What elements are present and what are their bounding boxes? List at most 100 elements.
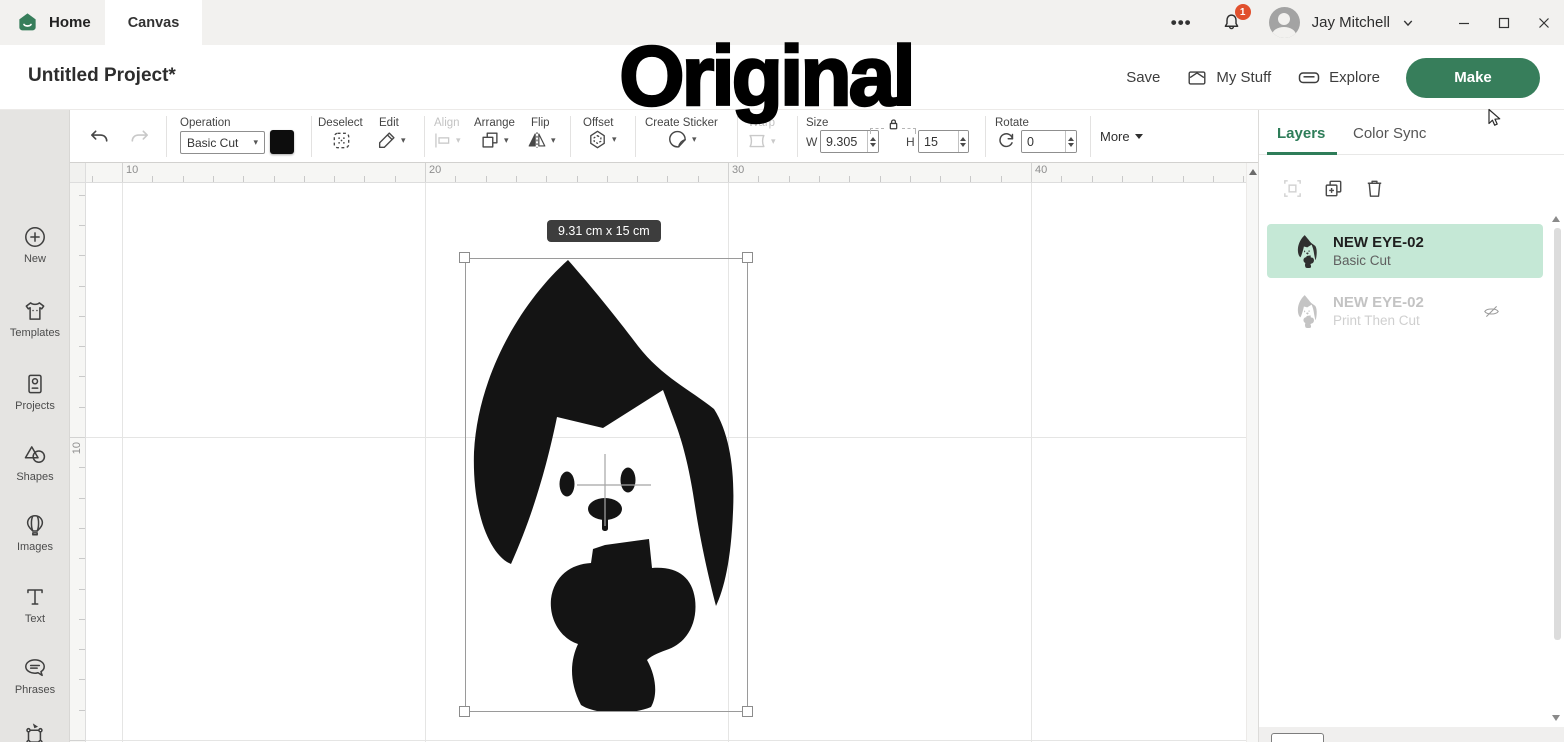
warp-icon [749, 134, 765, 148]
ruler-tick [79, 194, 85, 196]
user-name[interactable]: Jay Mitchell [1312, 14, 1390, 31]
explore-button[interactable]: Explore [1297, 66, 1380, 90]
more-button[interactable]: More [1100, 129, 1143, 144]
selection-handle-bottom-right[interactable] [742, 706, 753, 717]
visibility-toggle[interactable] [1482, 302, 1501, 321]
images-icon [26, 515, 44, 536]
eye-off-icon [1484, 305, 1499, 317]
panel-bottom-control[interactable] [1271, 733, 1324, 742]
ruler-tick [1031, 163, 1032, 182]
pencil-icon [378, 132, 395, 149]
redo-icon [131, 130, 148, 142]
ruler-label: 40 [1035, 164, 1048, 176]
sidebar: New Templates Projects Shapes Images Text Phra… [0, 110, 70, 742]
panel-scroll-down-icon[interactable] [1552, 715, 1560, 721]
notifications-button[interactable]: 1 [1220, 4, 1251, 34]
ruler-tick [91, 176, 93, 182]
tab-canvas[interactable]: Canvas [105, 0, 202, 45]
rotate-input[interactable] [1022, 131, 1066, 152]
minimize-button[interactable] [1444, 0, 1484, 45]
ruler-tick [243, 176, 245, 182]
sidebar-item-images[interactable]: Images [0, 512, 70, 554]
ruler-tick [79, 255, 85, 257]
width-stepper[interactable] [867, 131, 878, 152]
color-swatch[interactable] [270, 130, 294, 154]
duplicate-button[interactable] [1322, 177, 1345, 200]
delete-button[interactable] [1363, 177, 1386, 200]
selection-handle-bottom-left[interactable] [459, 706, 470, 717]
scroll-up-icon[interactable] [1248, 169, 1257, 175]
ruler-tick [970, 176, 972, 182]
sidebar-item-text[interactable]: Text [0, 584, 70, 626]
sidebar-item-new[interactable]: New [0, 224, 70, 266]
tab-color-sync[interactable]: Color Sync [1353, 125, 1426, 142]
avatar[interactable] [1268, 7, 1300, 38]
sidebar-item-editable-images[interactable]: Editable Images [0, 721, 70, 742]
ruler-corner [70, 163, 86, 183]
my-stuff-button[interactable]: My Stuff [1186, 67, 1271, 89]
phrases-icon [25, 659, 45, 677]
ruler-tick [697, 176, 699, 182]
ruler-tick [485, 176, 487, 182]
ruler-tick [79, 558, 85, 560]
home-tab[interactable]: Home [16, 0, 91, 45]
rotate-label: Rotate [995, 117, 1029, 129]
flip-button[interactable]: ▾ [526, 129, 556, 151]
ruler-tick [515, 176, 517, 182]
rotate-stepper[interactable] [1065, 131, 1076, 152]
size-lock-button[interactable] [885, 116, 902, 133]
caret-down-icon: ▾ [551, 134, 556, 145]
panel-scroll-up-icon[interactable] [1552, 216, 1560, 222]
panel-tabs: Layers Color Sync [1259, 110, 1564, 155]
create-sticker-button[interactable]: ▾ [666, 128, 697, 151]
deselect-button[interactable] [330, 129, 353, 152]
height-stepper[interactable] [957, 131, 968, 152]
sidebar-item-shapes[interactable]: Shapes [0, 442, 70, 484]
tab-layers[interactable]: Layers [1277, 125, 1325, 142]
offset-button[interactable]: ▾ [586, 128, 617, 151]
caret-down-icon: ▾ [456, 135, 461, 145]
layer-title: NEW EYE-02 [1333, 294, 1424, 311]
toolbar-divider [166, 116, 167, 157]
ruler-tick [940, 176, 942, 182]
ruler-tick [576, 176, 578, 182]
more-options-icon[interactable]: ••• [1171, 13, 1192, 33]
warp-button: ▾ [746, 130, 776, 152]
ruler-tick [303, 176, 305, 182]
undo-button[interactable] [88, 126, 111, 149]
undo-icon [91, 130, 108, 142]
sidebar-item-phrases[interactable]: Phrases [0, 655, 70, 697]
layer-row-1[interactable]: NEW EYE-02 Basic Cut [1267, 224, 1543, 278]
width-input[interactable] [821, 131, 868, 152]
arrange-button[interactable]: ▾ [479, 129, 509, 151]
panel-scrollbar-thumb[interactable] [1554, 228, 1561, 640]
layers-panel: Layers Color Sync NEW EYE-02 Basic Cut NEW… [1258, 110, 1564, 742]
selection-box[interactable] [465, 258, 748, 712]
ruler-tick [273, 176, 275, 182]
rotate-field-wrap [1021, 130, 1077, 153]
ruler-tick [1243, 176, 1245, 182]
sidebar-item-projects[interactable]: Projects [0, 371, 70, 413]
selection-handle-top-right[interactable] [742, 252, 753, 263]
flip-icon [528, 132, 546, 148]
height-input[interactable] [919, 131, 958, 152]
maximize-button[interactable] [1484, 0, 1524, 45]
make-button[interactable]: Make [1406, 57, 1540, 98]
dimension-tooltip: 9.31 cm x 15 cm [547, 220, 661, 242]
ruler-tick [1182, 176, 1184, 182]
chevron-down-icon[interactable] [1398, 13, 1418, 33]
caret-down-icon: ▾ [401, 134, 406, 145]
selection-handle-top-left[interactable] [459, 252, 470, 263]
sidebar-item-templates[interactable]: Templates [0, 298, 70, 340]
layer-row-2[interactable]: NEW EYE-02 Print Then Cut [1267, 284, 1543, 338]
close-button[interactable] [1524, 0, 1564, 45]
edit-button[interactable]: ▾ [376, 129, 406, 151]
operation-select[interactable]: Basic Cut ▾ [180, 131, 265, 154]
save-button[interactable]: Save [1126, 69, 1160, 86]
align-label: Align [434, 117, 460, 129]
canvas-scrollbar[interactable] [1246, 163, 1258, 742]
ruler-tick [79, 527, 85, 529]
ruler-tick [334, 176, 336, 182]
rotate-button[interactable] [996, 130, 1017, 151]
height-field-wrap [918, 130, 969, 153]
